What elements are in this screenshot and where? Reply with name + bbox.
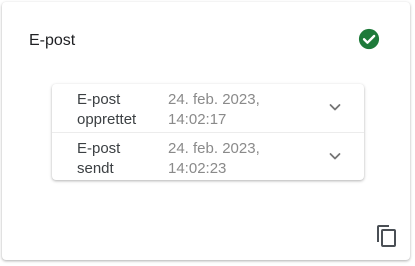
email-event-list: E-post opprettet 24. feb. 2023, 14:02:17… bbox=[52, 84, 364, 180]
email-card: E-post E-post opprettet 24. feb. 2023, 1… bbox=[2, 2, 410, 260]
event-timestamp: 24. feb. 2023, 14:02:23 bbox=[168, 140, 260, 177]
chevron-down-icon[interactable] bbox=[327, 99, 343, 115]
event-label: E-post opprettet bbox=[77, 91, 137, 128]
event-timestamp: 24. feb. 2023, 14:02:17 bbox=[168, 91, 260, 128]
check-circle-icon bbox=[358, 28, 380, 50]
card-title: E-post bbox=[29, 32, 76, 49]
event-row-created[interactable]: E-post opprettet 24. feb. 2023, 14:02:17 bbox=[52, 84, 364, 132]
event-row-sent[interactable]: E-post sendt 24. feb. 2023, 14:02:23 bbox=[52, 132, 364, 181]
event-label: E-post sendt bbox=[77, 140, 121, 177]
chevron-down-icon[interactable] bbox=[327, 148, 343, 164]
copy-icon[interactable] bbox=[374, 224, 398, 250]
